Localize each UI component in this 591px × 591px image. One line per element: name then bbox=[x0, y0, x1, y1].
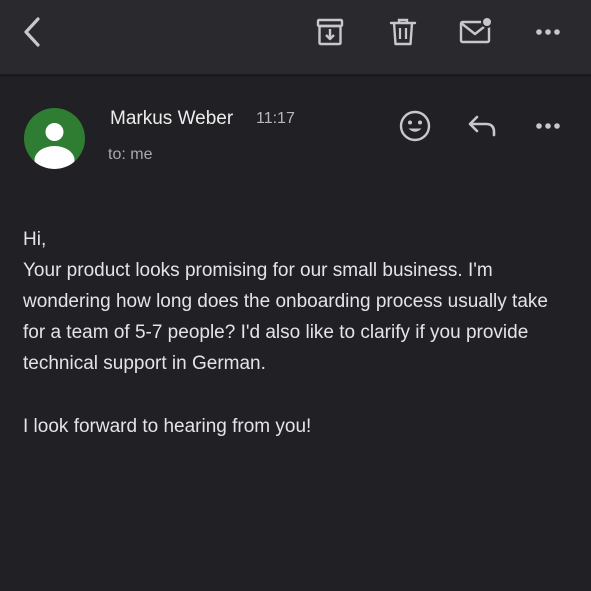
message-header: Markus Weber 11:17 to: me bbox=[0, 78, 591, 198]
sender-name[interactable]: Markus Weber bbox=[110, 108, 233, 130]
more-horizontal-icon[interactable] bbox=[530, 108, 566, 144]
toolbar bbox=[0, 0, 591, 77]
message-body: Hi, Your product looks promising for our… bbox=[23, 224, 568, 442]
archive-icon[interactable] bbox=[312, 14, 348, 50]
message-time: 11:17 bbox=[256, 110, 295, 127]
message-closing: I look forward to hearing from you! bbox=[23, 416, 312, 437]
chevron-left-icon[interactable] bbox=[15, 14, 51, 50]
mail-unread-icon[interactable] bbox=[458, 14, 494, 50]
recipient-line[interactable]: to: me bbox=[108, 146, 152, 164]
reply-icon[interactable] bbox=[464, 108, 500, 144]
emoji-react-icon[interactable] bbox=[397, 108, 433, 144]
trash-icon[interactable] bbox=[385, 14, 421, 50]
message-paragraph: Your product looks promising for our sma… bbox=[23, 260, 548, 374]
message-greeting: Hi, bbox=[23, 229, 47, 250]
more-horizontal-icon[interactable] bbox=[530, 14, 566, 50]
avatar[interactable] bbox=[24, 108, 85, 169]
